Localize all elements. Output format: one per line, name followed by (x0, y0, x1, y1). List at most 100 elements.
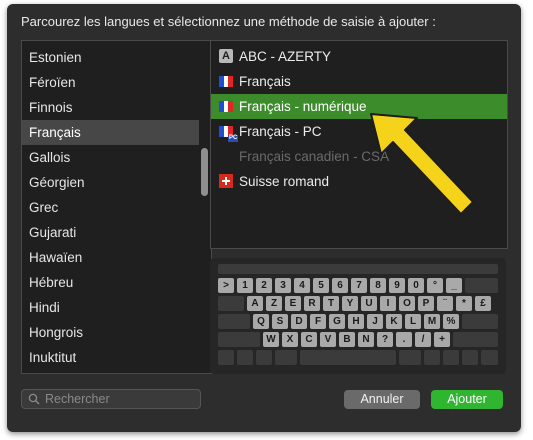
key: . (396, 332, 412, 347)
key: K (386, 314, 402, 329)
key: 7 (351, 278, 367, 293)
language-item-feroien[interactable]: Féroïen (22, 70, 199, 95)
key-tab (218, 296, 244, 311)
key: M (424, 314, 440, 329)
key: £ (475, 296, 491, 311)
key: J (367, 314, 383, 329)
flag-france-icon (219, 101, 234, 112)
key: Q (253, 314, 269, 329)
method-item-abc-azerty[interactable]: A ABC - AZERTY (211, 44, 507, 69)
key-space (300, 350, 396, 365)
key-shift-left (218, 332, 260, 347)
key-arrow-left (443, 350, 459, 365)
method-label: Français - PC (239, 124, 322, 139)
cancel-button[interactable]: Annuler (344, 390, 420, 409)
method-label: Français - numérique (239, 99, 367, 114)
language-item-gallois[interactable]: Gallois (22, 145, 199, 170)
key: L (405, 314, 421, 329)
language-item-grec[interactable]: Grec (22, 195, 199, 220)
key-command-left (275, 350, 297, 365)
key: > (218, 278, 234, 293)
key: / (415, 332, 431, 347)
key-caps-lock (218, 314, 250, 329)
flag-switzerland-icon (219, 174, 233, 188)
language-item-finnois[interactable]: Finnois (22, 95, 199, 120)
key: C (301, 332, 317, 347)
key: 3 (275, 278, 291, 293)
language-item-gujarati[interactable]: Gujarati (22, 220, 199, 245)
key: 1 (237, 278, 253, 293)
yellow-arrow-annotation (370, 113, 474, 215)
key: W (263, 332, 279, 347)
key: 2 (256, 278, 272, 293)
key: 9 (389, 278, 405, 293)
language-list-scrollbar[interactable] (201, 41, 209, 373)
method-item-francais[interactable]: Français (211, 69, 507, 94)
key-delete (465, 278, 498, 293)
key: X (282, 332, 298, 347)
key: ¨ (437, 296, 453, 311)
flag-france-pc-icon: PC (219, 126, 239, 142)
key-option-left (256, 350, 272, 365)
keyboard-fn-row (218, 264, 498, 274)
key: R (304, 296, 320, 311)
language-item-hebreu[interactable]: Hébreu (22, 270, 199, 295)
key: _ (446, 278, 462, 293)
key-fn (218, 350, 234, 365)
language-item-francais[interactable]: Français (22, 120, 199, 145)
language-item-hindi[interactable]: Hindi (22, 295, 199, 320)
key: E (285, 296, 301, 311)
language-item-estonien[interactable]: Estonien (22, 45, 199, 70)
abc-icon: A (219, 49, 233, 63)
pc-badge: PC (228, 135, 239, 142)
key: ? (377, 332, 393, 347)
keyboard-preview: > 1 2 3 4 5 6 7 8 9 0 ° _ A Z E R T Y U … (210, 258, 506, 374)
language-item-georgien[interactable]: Géorgien (22, 170, 199, 195)
key: N (358, 332, 374, 347)
key: P (418, 296, 434, 311)
key: * (456, 296, 472, 311)
flag-canada-icon (219, 151, 233, 162)
key: F (310, 314, 326, 329)
key: I (380, 296, 396, 311)
key-return (462, 314, 498, 329)
method-label: Suisse romand (239, 174, 330, 189)
search-field[interactable]: Rechercher (21, 389, 201, 409)
key: 6 (332, 278, 348, 293)
flag-france-icon (219, 76, 234, 87)
key: Y (342, 296, 358, 311)
key: ° (427, 278, 443, 293)
key-command-right (399, 350, 421, 365)
language-item-inuktitut[interactable]: Inuktitut (22, 345, 199, 370)
dialog-prompt: Parcourez les langues et sélectionnez un… (21, 14, 436, 29)
key-control (237, 350, 253, 365)
key: A (247, 296, 263, 311)
key: S (272, 314, 288, 329)
key: U (361, 296, 377, 311)
add-button[interactable]: Ajouter (431, 390, 503, 409)
key: T (323, 296, 339, 311)
language-item-hongrois[interactable]: Hongrois (22, 320, 199, 345)
scrollbar-thumb[interactable] (201, 148, 208, 196)
language-item-hawaien[interactable]: Hawaïen (22, 245, 199, 270)
key: 5 (313, 278, 329, 293)
language-list[interactable]: Estonien Féroïen Finnois Français Galloi… (21, 40, 212, 374)
key: 4 (294, 278, 310, 293)
method-label: ABC - AZERTY (239, 49, 332, 64)
key: H (348, 314, 364, 329)
key: Z (266, 296, 282, 311)
add-input-source-dialog: Parcourez les langues et sélectionnez un… (7, 4, 521, 432)
key: % (443, 314, 459, 329)
key: D (291, 314, 307, 329)
key: O (399, 296, 415, 311)
key-option-right (424, 350, 440, 365)
key: V (320, 332, 336, 347)
key: 0 (408, 278, 424, 293)
key-arrow-up-down (462, 350, 478, 365)
key-shift-right (453, 332, 498, 347)
key: B (339, 332, 355, 347)
key-arrow-right (481, 350, 498, 365)
key: + (434, 332, 450, 347)
key: G (329, 314, 345, 329)
search-placeholder: Rechercher (45, 392, 110, 406)
